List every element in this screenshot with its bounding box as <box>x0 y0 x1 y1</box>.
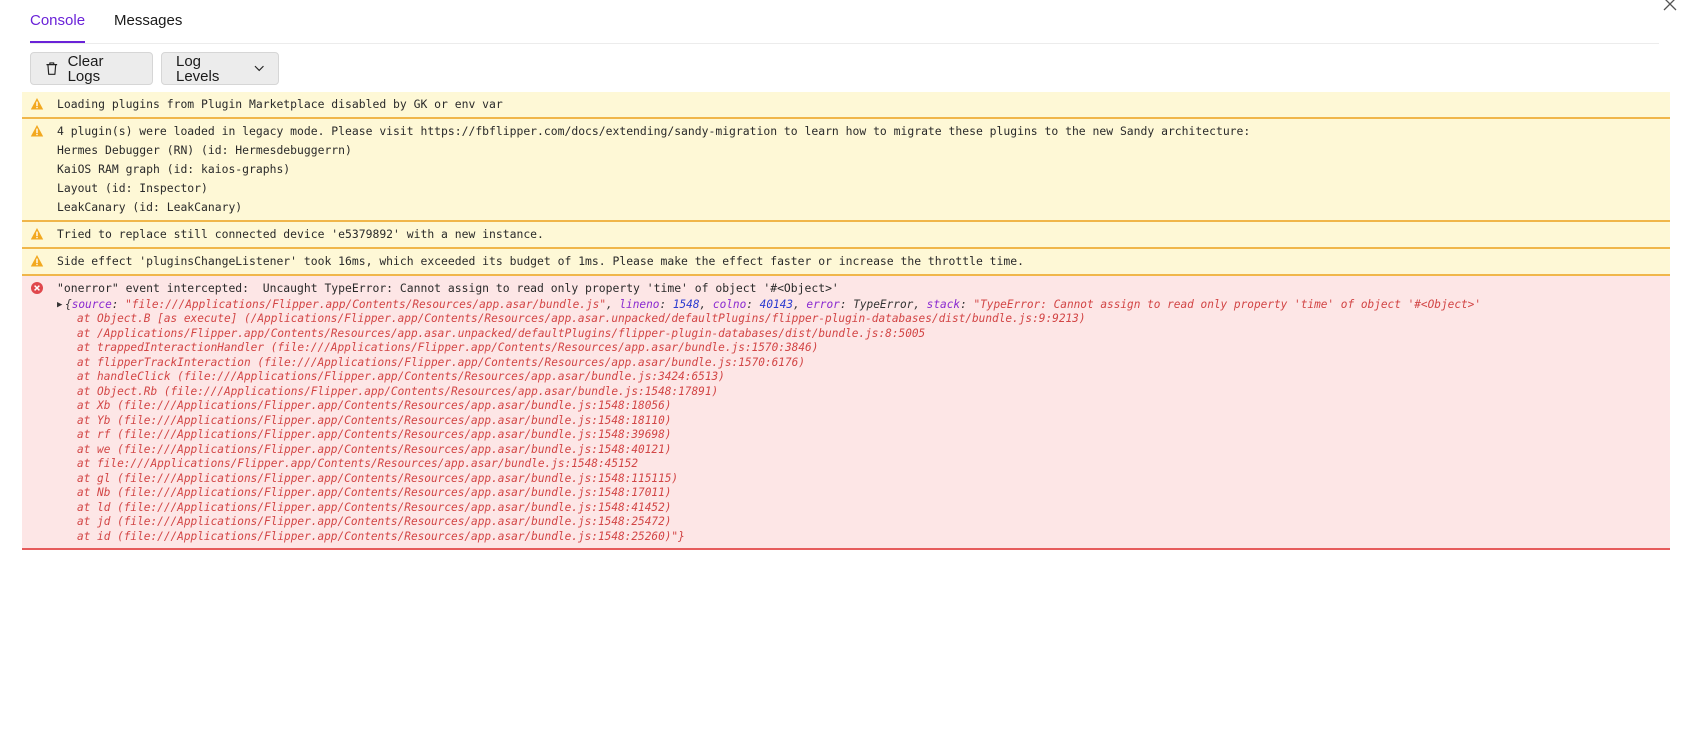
warning-icon <box>30 228 44 240</box>
stack-frame: at rf (file:///Applications/Flipper.app/… <box>77 428 672 442</box>
log-entry-error[interactable]: "onerror" event intercepted: Uncaught Ty… <box>22 276 1670 551</box>
log-message-line: Hermes Debugger (RN) (id: Hermesdebugger… <box>57 143 352 157</box>
log-list[interactable]: Loading plugins from Plugin Marketplace … <box>22 92 1670 551</box>
console-panel: Console Messages Clear Logs Log Levels L… <box>0 0 1689 753</box>
clear-logs-label: Clear Logs <box>67 52 104 85</box>
log-levels-dropdown[interactable]: Log Levels <box>161 52 279 85</box>
warning-icon <box>30 98 44 110</box>
tab-bar: Console Messages <box>30 0 1659 44</box>
error-message: "onerror" event intercepted: Uncaught Ty… <box>57 281 839 295</box>
log-message-line: KaiOS RAM graph (id: kaios-graphs) <box>57 162 291 176</box>
stack-frame: at /Applications/Flipper.app/Contents/Re… <box>77 326 926 340</box>
log-entry-warning[interactable]: Loading plugins from Plugin Marketplace … <box>22 92 1670 119</box>
log-entry-warning[interactable]: Side effect 'pluginsChangeListener' took… <box>22 249 1670 276</box>
chevron-down-icon <box>254 65 264 72</box>
stack-frame: at flipperTrackInteraction (file:///Appl… <box>77 355 806 369</box>
log-message: 4 plugin(s) were loaded in legacy mode. … <box>57 124 1251 138</box>
log-message: Tried to replace still connected device … <box>57 227 544 241</box>
log-levels-label: Log Levels <box>176 52 220 85</box>
log-message: Side effect 'pluginsChangeListener' took… <box>57 254 1024 268</box>
stack-frame: at handleClick (file:///Applications/Fli… <box>77 370 725 384</box>
log-message: Loading plugins from Plugin Marketplace … <box>57 97 503 111</box>
tab-console[interactable]: Console <box>30 12 86 43</box>
stack-frame: at trappedInteractionHandler (file:///Ap… <box>77 341 819 355</box>
error-icon <box>31 282 43 294</box>
stack-frame: at gl (file:///Applications/Flipper.app/… <box>77 471 679 485</box>
error-object[interactable]: ▶ {source: "file:///Applications/Flipper.… <box>57 298 1670 312</box>
clear-logs-button[interactable]: Clear Logs <box>30 52 153 85</box>
stack-frame: at ld (file:///Applications/Flipper.app/… <box>77 500 672 514</box>
log-message-line: LeakCanary (id: LeakCanary) <box>57 200 243 214</box>
log-entry-warning[interactable]: Tried to replace still connected device … <box>22 222 1670 249</box>
stack-frame: at id (file:///Applications/Flipper.app/… <box>77 529 685 543</box>
stack-frame: at Yb (file:///Applications/Flipper.app/… <box>77 413 672 427</box>
stack-frame: at Object.B [as execute] (/Applications/… <box>77 312 1086 326</box>
tab-messages[interactable]: Messages <box>114 12 182 42</box>
stack-frame: at Nb (file:///Applications/Flipper.app/… <box>77 486 672 500</box>
expand-triangle-icon[interactable]: ▶ <box>57 298 62 312</box>
trash-icon <box>46 62 58 75</box>
stack-frame: at file:///Applications/Flipper.app/Cont… <box>77 457 639 471</box>
warning-icon <box>30 125 44 137</box>
close-icon[interactable] <box>1661 0 1679 13</box>
stack-frame: at jd (file:///Applications/Flipper.app/… <box>77 515 672 529</box>
log-message-line: Layout (id: Inspector) <box>57 181 208 195</box>
stack-frame: at we (file:///Applications/Flipper.app/… <box>77 442 672 456</box>
log-entry-warning[interactable]: 4 plugin(s) were loaded in legacy mode. … <box>22 119 1670 222</box>
stack-frame: at Xb (file:///Applications/Flipper.app/… <box>77 399 672 413</box>
stack-frame: at Object.Rb (file:///Applications/Flipp… <box>77 384 719 398</box>
warning-icon <box>30 255 44 267</box>
stack-trace: at Object.B [as execute] (/Applications/… <box>57 312 1670 544</box>
